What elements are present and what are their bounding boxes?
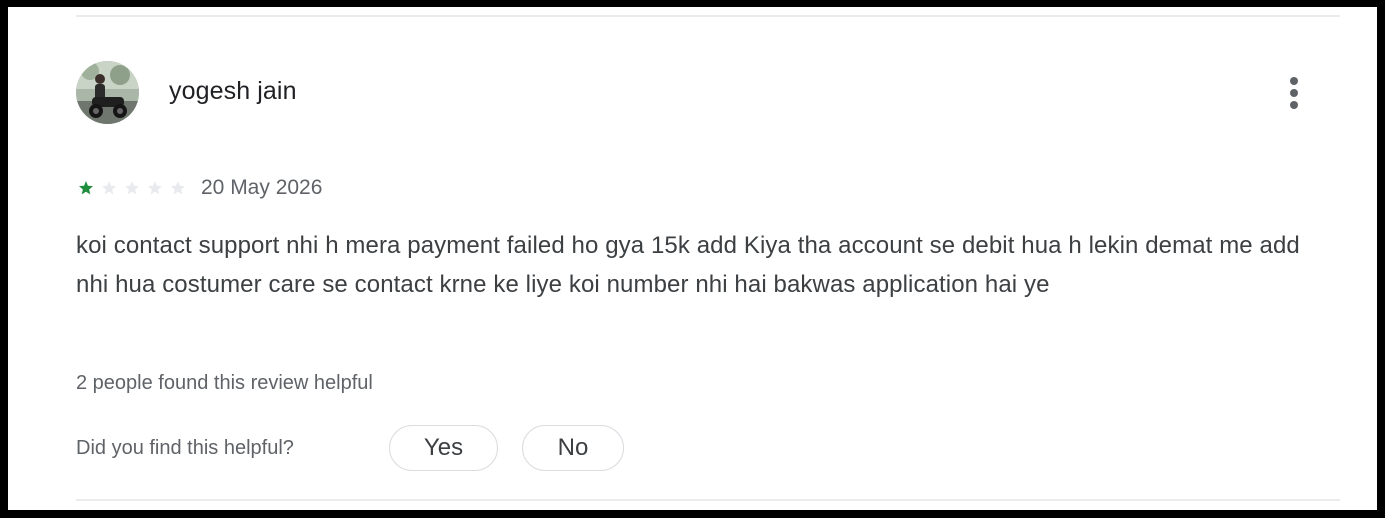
more-options-button[interactable] bbox=[1280, 71, 1308, 115]
more-vert-icon bbox=[1290, 77, 1298, 109]
review-card: yogesh jain 20 May 2026 koi contact supp… bbox=[8, 7, 1377, 510]
star-empty-icon bbox=[125, 181, 139, 195]
review-text: koi contact support nhi h mera payment f… bbox=[76, 232, 1300, 298]
star-empty-icon bbox=[171, 181, 185, 195]
helpful-feedback: Did you find this helpful? Yes No bbox=[76, 425, 624, 471]
star-empty-icon bbox=[148, 181, 162, 195]
review-date: 20 May 2026 bbox=[201, 176, 323, 199]
bottom-divider bbox=[76, 499, 1340, 501]
helpful-question: Did you find this helpful? bbox=[76, 436, 294, 459]
no-button[interactable]: No bbox=[522, 425, 624, 471]
star-rating bbox=[78, 180, 193, 196]
avatar bbox=[76, 61, 139, 124]
rating-row: 20 May 2026 bbox=[78, 176, 322, 200]
top-divider bbox=[76, 15, 1340, 17]
star-empty-icon bbox=[102, 181, 116, 195]
helpful-count: 2 people found this review helpful bbox=[76, 372, 373, 394]
star-filled-icon bbox=[79, 181, 93, 195]
yes-button[interactable]: Yes bbox=[389, 425, 498, 471]
reviewer-name: yogesh jain bbox=[169, 77, 297, 105]
